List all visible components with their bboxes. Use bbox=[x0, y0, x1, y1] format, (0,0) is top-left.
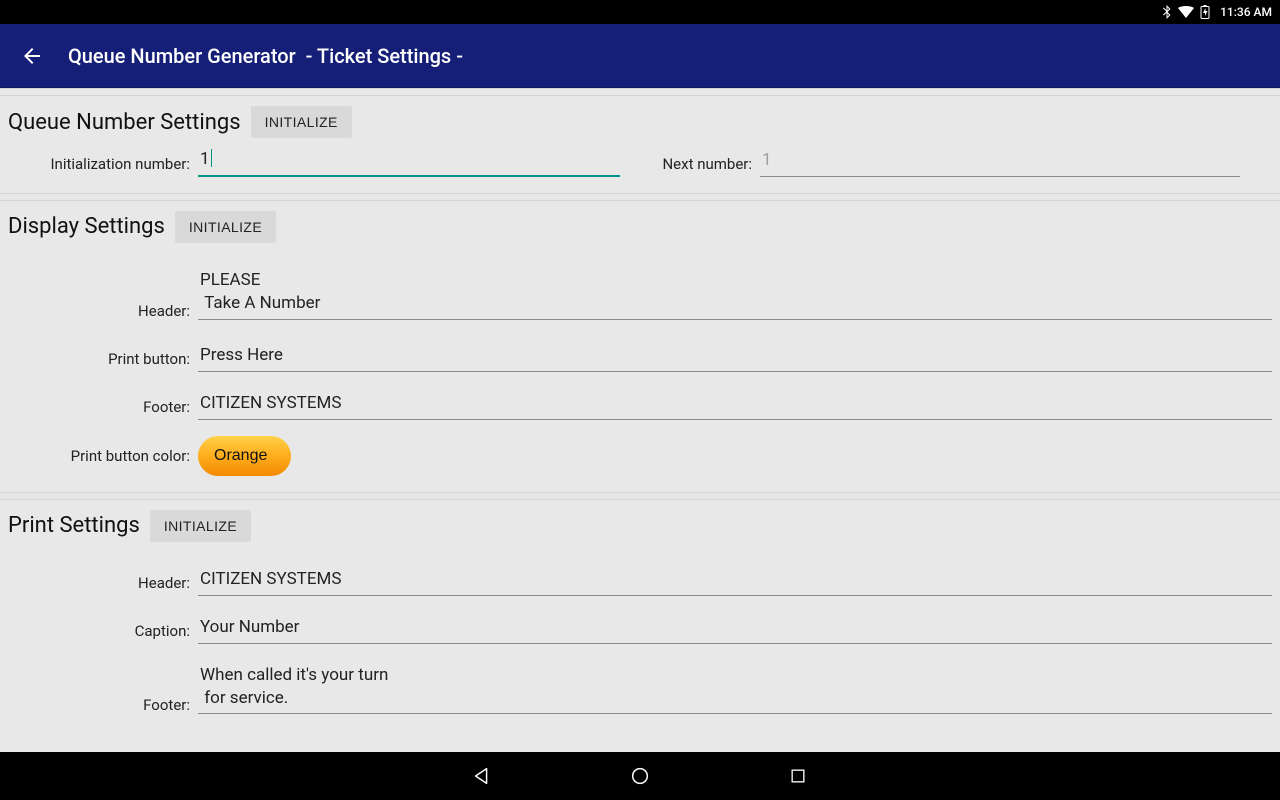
print-section-title: Print Settings bbox=[8, 513, 140, 538]
print-initialize-button[interactable]: INITIALIZE bbox=[150, 510, 251, 542]
next-number-value: 1 bbox=[760, 145, 1240, 177]
display-initialize-button[interactable]: INITIALIZE bbox=[175, 211, 276, 243]
wifi-icon bbox=[1178, 6, 1194, 18]
settings-scroll[interactable]: Queue Number Settings INITIALIZE Initial… bbox=[0, 88, 1280, 752]
print-footer-input[interactable] bbox=[198, 660, 1272, 715]
nav-back-button[interactable] bbox=[468, 762, 496, 790]
system-nav-bar bbox=[0, 752, 1280, 800]
print-header-label: Header: bbox=[8, 574, 198, 596]
nav-recent-button[interactable] bbox=[784, 762, 812, 790]
status-bar: 11:36 AM bbox=[0, 0, 1280, 24]
bluetooth-icon bbox=[1162, 5, 1172, 19]
init-number-input[interactable]: 1 bbox=[198, 144, 620, 177]
display-printbtn-label: Print button: bbox=[8, 350, 198, 372]
display-header-input[interactable] bbox=[198, 265, 1272, 320]
section-queue-number: Queue Number Settings INITIALIZE Initial… bbox=[0, 96, 1280, 193]
print-caption-label: Caption: bbox=[8, 622, 198, 644]
back-arrow-icon[interactable] bbox=[12, 36, 52, 76]
display-section-title: Display Settings bbox=[8, 214, 165, 239]
display-header-label: Header: bbox=[8, 302, 198, 324]
section-display: Display Settings INITIALIZE Header: Prin… bbox=[0, 201, 1280, 492]
app-bar: Queue Number Generator - Ticket Settings… bbox=[0, 24, 1280, 88]
display-footer-label: Footer: bbox=[8, 398, 198, 420]
page-title: Queue Number Generator - Ticket Settings… bbox=[68, 44, 463, 68]
display-printbtn-input[interactable] bbox=[198, 340, 1272, 372]
section-print: Print Settings INITIALIZE Header: Captio… bbox=[0, 500, 1280, 735]
next-number-label: Next number: bbox=[660, 155, 760, 177]
print-button-color-select[interactable]: Orange bbox=[198, 436, 291, 476]
nav-home-button[interactable] bbox=[626, 762, 654, 790]
print-caption-input[interactable] bbox=[198, 612, 1272, 644]
queue-initialize-button[interactable]: INITIALIZE bbox=[251, 106, 352, 138]
status-time: 11:36 AM bbox=[1220, 5, 1272, 19]
print-header-input[interactable] bbox=[198, 564, 1272, 596]
battery-charging-icon bbox=[1200, 5, 1210, 19]
queue-section-title: Queue Number Settings bbox=[8, 110, 241, 135]
init-number-label: Initialization number: bbox=[8, 155, 198, 177]
print-footer-label: Footer: bbox=[8, 696, 198, 718]
display-footer-input[interactable] bbox=[198, 388, 1272, 420]
print-button-color-label: Print button color: bbox=[8, 447, 198, 465]
